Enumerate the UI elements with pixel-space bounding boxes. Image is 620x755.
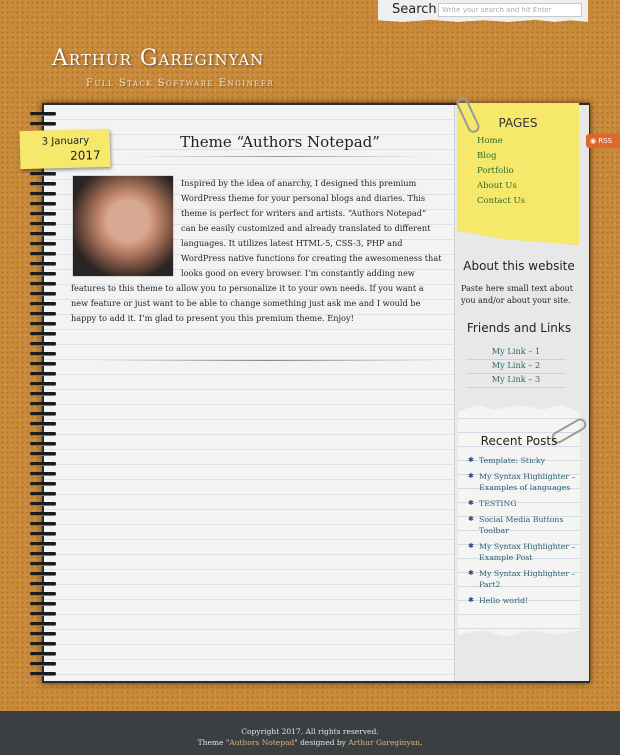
spiral-coil xyxy=(30,622,56,625)
spiral-coil xyxy=(30,582,56,585)
friend-link-1[interactable]: My Link – 1 xyxy=(466,346,566,360)
spiral-coil xyxy=(30,342,56,345)
spiral-coil xyxy=(30,202,56,205)
spiral-coil xyxy=(30,122,56,125)
spiral-coil xyxy=(30,572,56,575)
friend-link-3[interactable]: My Link – 3 xyxy=(466,374,566,388)
spiral-coil xyxy=(30,592,56,595)
spiral-coil xyxy=(30,252,56,255)
footer: Copyright 2017. All rights reserved. The… xyxy=(0,711,620,755)
post-title[interactable]: Theme “Authors Notepad” xyxy=(110,133,450,151)
search-box: Search xyxy=(378,0,588,22)
spiral-coil xyxy=(30,672,56,675)
search-input[interactable] xyxy=(438,3,582,17)
rss-icon: ◉ xyxy=(590,137,597,145)
footer-theme-link[interactable]: Authors Notepad xyxy=(229,738,294,747)
spiral-coil xyxy=(30,352,56,355)
rss-button[interactable]: ◉ RSS xyxy=(586,134,620,148)
rss-label: RSS xyxy=(598,137,613,145)
spiral-coil xyxy=(30,472,56,475)
spiral-coil xyxy=(30,302,56,305)
spiral-coil xyxy=(30,222,56,225)
spiral-coil xyxy=(30,482,56,485)
spiral-coil xyxy=(30,442,56,445)
spiral-coil xyxy=(30,312,56,315)
spiral-coil xyxy=(30,552,56,555)
spiral-coil xyxy=(30,652,56,655)
recent-post-link[interactable]: My Syntax Highlighter – Example Post xyxy=(466,541,576,563)
footer-author-link[interactable]: Arthur Gareginyan xyxy=(348,738,420,747)
page-link-home[interactable]: Home xyxy=(477,136,525,151)
spiral-coil xyxy=(30,632,56,635)
search-label: Search xyxy=(392,2,437,17)
spiral-coil xyxy=(30,492,56,495)
page-link-about-us[interactable]: About Us xyxy=(477,181,525,196)
footer-designed-by: " designed by xyxy=(294,738,349,747)
date-tag: 3 January 2017 xyxy=(19,128,111,170)
spiral-coil xyxy=(30,192,56,195)
spiral-coil xyxy=(30,242,56,245)
spiral-coil xyxy=(30,502,56,505)
spiral-coil xyxy=(30,462,56,465)
footer-theme-prefix: Theme " xyxy=(197,738,230,747)
spiral-coil xyxy=(30,422,56,425)
spiral-coil xyxy=(30,172,56,175)
recent-post-link[interactable]: My Syntax Highlighter – Part2 xyxy=(466,568,576,590)
spiral-coil xyxy=(30,382,56,385)
site-tagline: Full Stack Software Engineer xyxy=(86,78,275,89)
title-divider xyxy=(130,156,430,157)
spiral-coil xyxy=(30,452,56,455)
spiral-coil xyxy=(30,262,56,265)
about-text: Paste here small text about you and/or a… xyxy=(461,284,573,305)
recent-post-link[interactable]: Social Media Buttons Toolbar xyxy=(466,514,576,536)
page-link-blog[interactable]: Blog xyxy=(477,151,525,166)
spiral-coil xyxy=(30,512,56,515)
recent-posts-title: Recent Posts xyxy=(480,434,558,448)
spiral-coil xyxy=(30,522,56,525)
page-link-portfolio[interactable]: Portfolio xyxy=(477,166,525,181)
author-photo xyxy=(73,176,173,276)
recent-post-link[interactable]: Hello world! xyxy=(466,595,576,606)
spiral-coil xyxy=(30,372,56,375)
footer-period: . xyxy=(420,738,423,747)
spiral-coil xyxy=(30,212,56,215)
spiral-coil xyxy=(30,562,56,565)
spiral-coil xyxy=(30,602,56,605)
spiral-coil xyxy=(30,642,56,645)
spiral-coil xyxy=(30,282,56,285)
spiral-coil xyxy=(30,182,56,185)
recent-posts-list: Template: Sticky My Syntax Highlighter –… xyxy=(466,455,576,611)
spiral-coil xyxy=(30,112,56,115)
links-title: Friends and Links xyxy=(466,321,572,335)
spiral-coil xyxy=(30,542,56,545)
site-title[interactable]: Arthur Gareginyan xyxy=(52,46,264,71)
post-divider xyxy=(95,360,440,361)
spiral-coil xyxy=(30,412,56,415)
post-date-day: 3 January xyxy=(41,135,90,148)
spiral-coil xyxy=(30,272,56,275)
spiral-coil xyxy=(30,232,56,235)
recent-post-link[interactable]: My Syntax Highlighter – Examples of lang… xyxy=(466,471,576,493)
footer-copyright: Copyright 2017. All rights reserved. xyxy=(241,727,379,736)
pages-list: Home Blog Portfolio About Us Contact Us xyxy=(477,136,525,211)
spiral-coil xyxy=(30,292,56,295)
spiral-coil xyxy=(30,392,56,395)
recent-post-link[interactable]: TESTING xyxy=(466,498,576,509)
friend-link-2[interactable]: My Link – 2 xyxy=(466,360,566,374)
spiral-coil xyxy=(30,402,56,405)
post-date-year: 2017 xyxy=(69,148,101,163)
about-title: About this website xyxy=(463,259,575,273)
footer-credits: Theme "Authors Notepad" designed by Arth… xyxy=(0,738,620,747)
spiral-coil xyxy=(30,612,56,615)
spiral-coil xyxy=(30,362,56,365)
spiral-binding xyxy=(30,112,56,682)
spiral-coil xyxy=(30,662,56,665)
spiral-coil xyxy=(30,332,56,335)
recent-post-link[interactable]: Template: Sticky xyxy=(466,455,576,466)
spiral-coil xyxy=(30,322,56,325)
spiral-coil xyxy=(30,532,56,535)
spiral-coil xyxy=(30,432,56,435)
links-list: My Link – 1 My Link – 2 My Link – 3 xyxy=(466,346,566,388)
page-link-contact-us[interactable]: Contact Us xyxy=(477,196,525,211)
